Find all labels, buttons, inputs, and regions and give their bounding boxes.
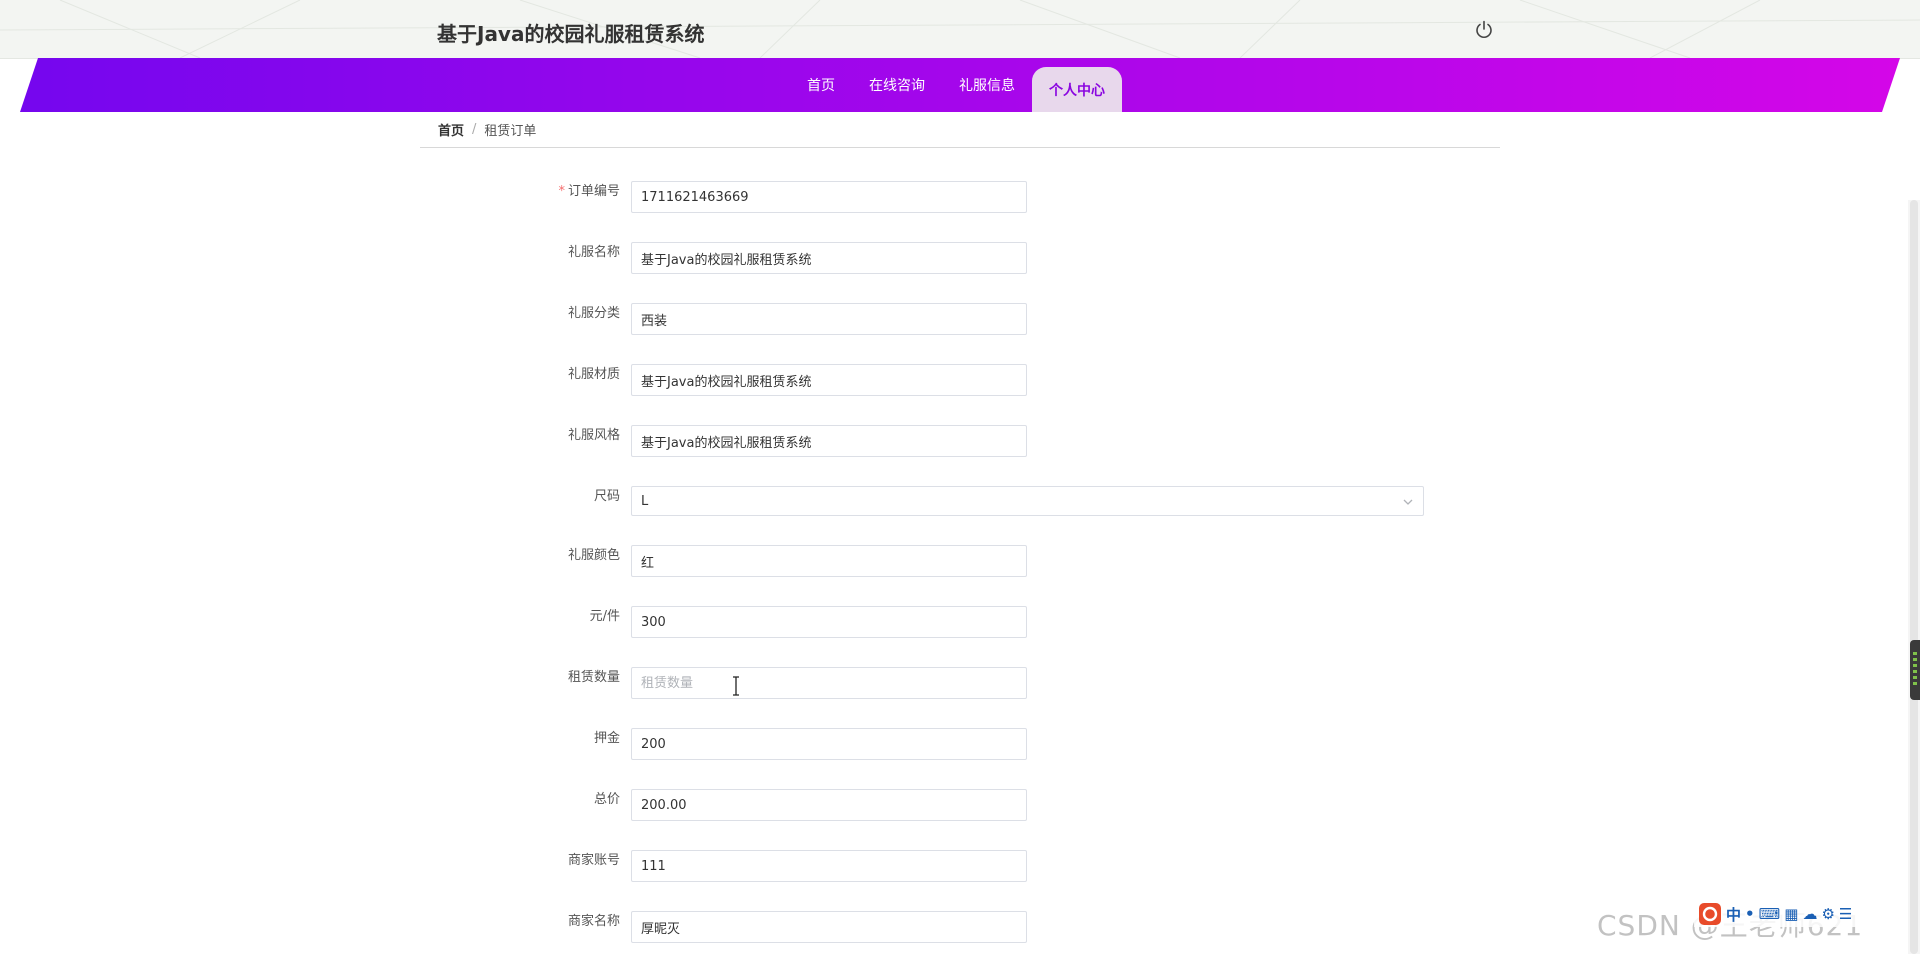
label-order-no: * 订单编号 — [558, 181, 620, 215]
merchant-account-input[interactable] — [631, 850, 1027, 882]
top-header: 基于Java的校园礼服租赁系统 — [0, 0, 1920, 59]
nav-item-consult[interactable]: 在线咨询 — [852, 58, 942, 112]
label-dress-style: 礼服风格 — [567, 428, 620, 443]
form-row-dress-category: 礼服分类 — [0, 303, 1920, 337]
breadcrumb-home[interactable]: 首页 — [438, 120, 464, 139]
label-dress-category: 礼服分类 — [567, 306, 620, 321]
form-row-order-no: * 订单编号 — [0, 181, 1920, 215]
form-row-deposit: 押金 — [0, 728, 1920, 762]
size-select-value: L — [641, 493, 649, 509]
label-total-price: 总价 — [593, 792, 620, 807]
side-widget[interactable] — [1910, 640, 1920, 700]
order-no-input[interactable] — [631, 181, 1027, 213]
scrollbar-thumb[interactable] — [1910, 200, 1918, 954]
required-mark: * — [558, 184, 565, 199]
breadcrumb-separator: / — [472, 122, 477, 137]
merchant-name-input[interactable] — [631, 911, 1027, 943]
label-unit-price: 元/件 — [589, 609, 620, 624]
site-title: 基于Java的校园礼服租赁系统 — [437, 22, 705, 46]
ime-menu-icon[interactable]: ☰ — [1839, 905, 1852, 923]
power-icon[interactable] — [1474, 20, 1494, 40]
label-size: 尺码 — [593, 489, 620, 504]
total-price-input[interactable] — [631, 789, 1027, 821]
nav-items: 首页 在线咨询 礼服信息 个人中心 — [790, 58, 1122, 112]
form-row-dress-name: 礼服名称 — [0, 242, 1920, 276]
nav-item-dress-info[interactable]: 礼服信息 — [942, 58, 1032, 112]
form-row-total-price: 总价 — [0, 789, 1920, 823]
dress-material-input[interactable] — [631, 364, 1027, 396]
form-row-size: 尺码 L — [0, 486, 1920, 520]
breadcrumb: 首页 / 租赁订单 — [420, 112, 1500, 148]
breadcrumb-current: 租赁订单 — [484, 124, 537, 139]
dress-color-input[interactable] — [631, 545, 1027, 577]
label-dress-color: 礼服颜色 — [567, 548, 620, 563]
form-row-dress-color: 礼服颜色 — [0, 545, 1920, 579]
label-merchant-account: 商家账号 — [567, 853, 620, 868]
form-row-dress-material: 礼服材质 — [0, 364, 1920, 398]
chevron-down-icon — [1403, 499, 1413, 505]
nav-item-personal-center[interactable]: 个人中心 — [1032, 67, 1122, 112]
label-rent-quantity: 租赁数量 — [567, 670, 620, 685]
ime-toolbar[interactable]: 中 • ⌨ ▦ ☁ ⚙ ☰ — [1694, 901, 1857, 927]
ime-grid-icon[interactable]: ▦ — [1784, 905, 1798, 923]
deposit-input[interactable] — [631, 728, 1027, 760]
header-decoration — [0, 0, 1920, 58]
unit-price-input[interactable] — [631, 606, 1027, 638]
ime-settings-icon[interactable]: ⚙ — [1821, 905, 1834, 923]
ime-skin-icon[interactable]: ☁ — [1802, 905, 1817, 923]
label-order-no-text: 订单编号 — [567, 184, 620, 199]
ime-logo-icon[interactable] — [1698, 902, 1722, 926]
size-select[interactable]: L — [631, 486, 1424, 516]
nav-item-home[interactable]: 首页 — [790, 58, 852, 112]
dress-name-input[interactable] — [631, 242, 1027, 274]
dress-style-input[interactable] — [631, 425, 1027, 457]
rent-quantity-input[interactable] — [631, 667, 1027, 699]
form-row-unit-price: 元/件 — [0, 606, 1920, 640]
main-nav: 首页 在线咨询 礼服信息 个人中心 — [0, 58, 1920, 112]
ime-punctuation[interactable]: • — [1745, 905, 1755, 923]
ime-chinese-mode[interactable]: 中 — [1726, 904, 1741, 925]
ime-keyboard-icon[interactable]: ⌨ — [1759, 905, 1781, 923]
form-row-rent-quantity: 租赁数量 — [0, 667, 1920, 701]
label-dress-material: 礼服材质 — [567, 367, 620, 382]
dress-category-input[interactable] — [631, 303, 1027, 335]
form-row-merchant-account: 商家账号 — [0, 850, 1920, 884]
label-deposit: 押金 — [593, 731, 620, 746]
label-merchant-name: 商家名称 — [567, 914, 620, 929]
form-row-dress-style: 礼服风格 — [0, 425, 1920, 459]
label-dress-name: 礼服名称 — [567, 245, 620, 260]
